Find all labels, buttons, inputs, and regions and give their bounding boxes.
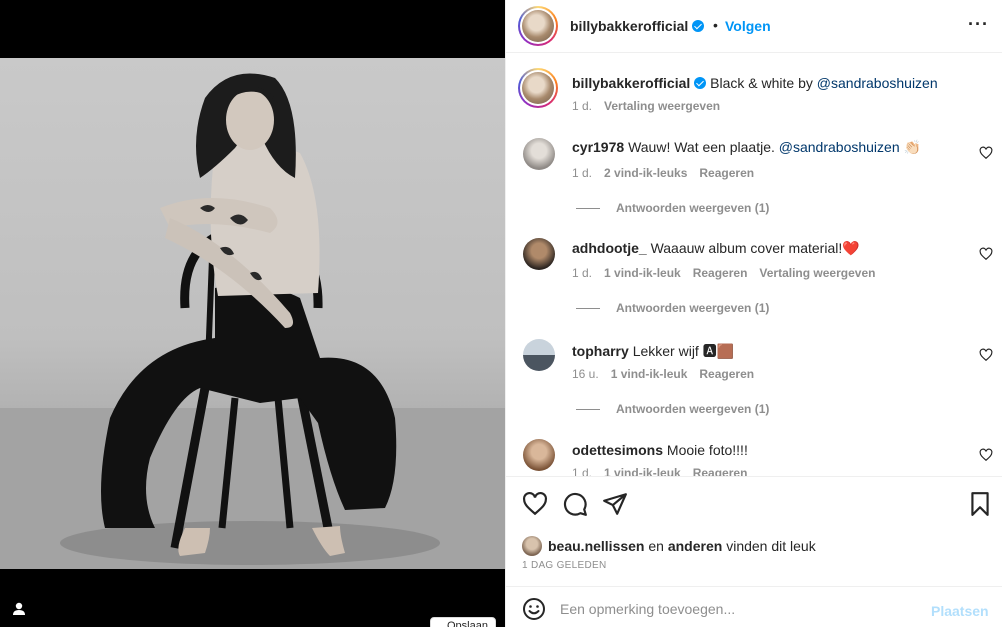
likes-summary: beau.nellissen en anderen vinden dit leu… — [522, 536, 816, 556]
comment-time[interactable]: 1 d. — [572, 466, 592, 476]
comment-reply[interactable]: Reageren — [693, 266, 748, 280]
comment-body: Mooie foto!!!! — [666, 442, 748, 458]
bookmark-icon[interactable] — [967, 491, 993, 517]
view-replies[interactable]: Antwoorden weergeven (1) — [576, 201, 769, 215]
comment-avatar[interactable] — [523, 138, 555, 170]
heart-icon[interactable] — [522, 491, 548, 517]
comment-text: topharry Lekker wijf 🅰🟫 — [572, 341, 734, 361]
likes-suffix: vinden dit leuk — [726, 538, 816, 554]
follow-button[interactable]: Volgen — [725, 18, 771, 34]
caption-body: Black & white by — [710, 75, 813, 91]
likes-connector: en — [648, 538, 664, 554]
post-sidebar: billybakkerofficial • Volgen ··· billyba… — [505, 0, 1002, 627]
user-tag-icon[interactable] — [10, 600, 28, 618]
comment-likes[interactable]: 1 vind-ik-leuk — [611, 367, 688, 381]
share-icon[interactable] — [602, 491, 628, 517]
emoji-icon[interactable] — [522, 597, 546, 621]
comment-username[interactable]: topharry — [572, 343, 629, 359]
comment-avatar[interactable] — [523, 439, 555, 471]
comment-likes[interactable]: 1 vind-ik-leuk — [604, 266, 681, 280]
caption-translate[interactable]: Vertaling weergeven — [604, 99, 720, 113]
caption-time[interactable]: 1 d. — [572, 99, 592, 113]
comment-text: adhdootje_ Waaauw album cover material!❤… — [572, 240, 860, 257]
comment-username[interactable]: adhdootje_ — [572, 240, 647, 256]
comment-likes[interactable]: 2 vind-ik-leuks — [604, 166, 687, 180]
caption-username[interactable]: billybakkerofficial — [572, 75, 690, 91]
comment-composer: Plaatsen — [506, 586, 1002, 627]
comment-avatar[interactable] — [523, 238, 555, 270]
comments-list[interactable]: billybakkerofficial Black & white by @sa… — [506, 54, 1002, 476]
caption-avatar[interactable] — [518, 68, 558, 108]
comment-avatar[interactable] — [523, 339, 555, 371]
comment-meta: 16 u. 1 vind-ik-leuk Reageren — [572, 367, 766, 381]
post-actions: beau.nellissen en anderen vinden dit leu… — [506, 476, 1002, 586]
comment-body: Lekker wijf — [632, 343, 699, 359]
author-avatar[interactable] — [518, 6, 558, 46]
comment-reply[interactable]: Reageren — [699, 166, 754, 180]
comment-likes[interactable]: 1 vind-ik-leuk — [604, 466, 681, 476]
post-date[interactable]: 1 DAG GELEDEN — [522, 560, 606, 571]
comment-meta: 1 d. 1 vind-ik-leuk Reageren — [572, 466, 759, 476]
more-options-icon[interactable]: ··· — [968, 15, 988, 36]
post-media — [0, 0, 505, 627]
view-replies[interactable]: Antwoorden weergeven (1) — [576, 402, 769, 416]
photo-figure — [0, 73, 505, 569]
post-comment-button[interactable]: Plaatsen — [931, 603, 989, 619]
header-separator: • — [713, 17, 718, 33]
clap-emoji: 👏🏻 — [903, 139, 921, 155]
comment-mention[interactable]: @sandraboshuizen — [779, 139, 900, 155]
comment-heart-icon[interactable] — [979, 448, 993, 462]
comment-emoji: 🅰🟫 — [702, 343, 735, 359]
author-name-row: billybakkerofficial — [570, 18, 705, 34]
verified-icon — [692, 20, 705, 32]
caption-meta: 1 d. Vertaling weergeven — [572, 99, 732, 113]
verified-icon — [694, 77, 707, 89]
comment-body: Wauw! Wat een plaatje. — [628, 139, 775, 155]
author-username[interactable]: billybakkerofficial — [570, 18, 688, 34]
comment-reply[interactable]: Reageren — [693, 466, 748, 476]
comment-time[interactable]: 1 d. — [572, 166, 592, 180]
comment-input[interactable] — [560, 597, 920, 621]
comment-text: cyr1978 Wauw! Wat een plaatje. @sandrabo… — [572, 139, 921, 156]
comment-heart-icon[interactable] — [979, 247, 993, 261]
comment-time[interactable]: 1 d. — [572, 266, 592, 280]
likes-others-link[interactable]: anderen — [668, 538, 722, 554]
post-header: billybakkerofficial • Volgen ··· — [506, 0, 1002, 53]
comment-body: Waaauw album cover material! — [650, 240, 843, 256]
comment-time[interactable]: 16 u. — [572, 367, 599, 381]
liker-username[interactable]: beau.nellissen — [548, 538, 644, 554]
comment-meta: 1 d. 1 vind-ik-leuk Reageren Vertaling weer… — [572, 266, 887, 280]
liker-avatar[interactable] — [522, 536, 542, 556]
comment-meta: 1 d. 2 vind-ik-leuks Reageren — [572, 166, 766, 180]
caption-mention[interactable]: @sandraboshuizen — [817, 75, 938, 91]
heart-emoji: ❤️ — [842, 240, 860, 256]
comment-heart-icon[interactable] — [979, 348, 993, 362]
comment-heart-icon[interactable] — [979, 146, 993, 160]
comment-username[interactable]: cyr1978 — [572, 139, 624, 155]
post-photo[interactable] — [0, 58, 505, 569]
save-tooltip: Opslaan — [430, 617, 496, 627]
comment-icon[interactable] — [562, 491, 588, 517]
comment-username[interactable]: odettesimons — [572, 442, 663, 458]
comment-text: odettesimons Mooie foto!!!! — [572, 442, 748, 458]
comment-translate[interactable]: Vertaling weergeven — [759, 266, 875, 280]
view-replies[interactable]: Antwoorden weergeven (1) — [576, 301, 769, 315]
caption-text: billybakkerofficial Black & white by @sa… — [572, 75, 938, 91]
comment-reply[interactable]: Reageren — [699, 367, 754, 381]
